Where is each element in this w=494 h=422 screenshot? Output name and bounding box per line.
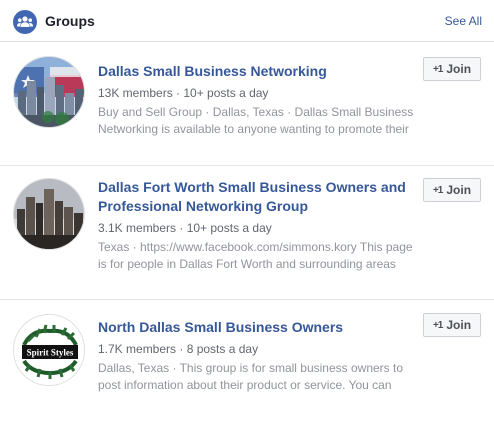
group-avatar[interactable]: Spirit Styles [13, 314, 85, 386]
join-label: Join [446, 318, 472, 332]
join-button[interactable]: +1 Join [423, 57, 481, 81]
group-description: Buy and Sell Group · Dallas, Texas · Dal… [98, 105, 414, 136]
group-row: Dallas Small Business Networking 13K mem… [0, 42, 494, 166]
group-info: North Dallas Small Business Owners 1.7K … [98, 318, 416, 394]
logo-text: Spirit Styles [27, 348, 74, 358]
join-button[interactable]: +1 Join [423, 313, 481, 337]
join-button[interactable]: +1 Join [423, 178, 481, 202]
groups-header: Groups See All [0, 0, 494, 42]
group-description: Dallas, Texas · This group is for small … [98, 361, 404, 392]
group-row: Spirit Styles North Dallas Small Busines… [0, 300, 494, 422]
group-stats: 1.7K members · 8 posts a day [98, 342, 259, 356]
group-name-link[interactable]: North Dallas Small Business Owners [98, 318, 416, 337]
join-plus-icon: +1 [432, 63, 443, 75]
group-avatar[interactable] [13, 178, 85, 250]
group-description: Texas · https://www.facebook.com/simmons… [98, 240, 413, 271]
join-label: Join [446, 183, 472, 197]
group-stats: 13K members · 10+ posts a day [98, 86, 269, 100]
dallas-skyline-flag-image [14, 57, 84, 127]
join-plus-icon: +1 [432, 319, 443, 331]
group-row: Dallas Fort Worth Small Business Owners … [0, 166, 494, 290]
group-name-link[interactable]: Dallas Fort Worth Small Business Owners … [98, 178, 416, 216]
see-all-link[interactable]: See All [445, 14, 482, 28]
join-plus-icon: +1 [432, 184, 443, 196]
dallas-skyline-image [14, 179, 84, 249]
group-stats: 3.1K members · 10+ posts a day [98, 221, 272, 235]
group-name-link[interactable]: Dallas Small Business Networking [98, 62, 416, 81]
group-info: Dallas Small Business Networking 13K mem… [98, 62, 416, 138]
join-label: Join [446, 62, 472, 76]
group-info: Dallas Fort Worth Small Business Owners … [98, 178, 416, 273]
spirit-styles-logo: Spirit Styles [14, 315, 84, 385]
group-avatar[interactable] [13, 56, 85, 128]
section-title: Groups [45, 13, 95, 29]
groups-icon [13, 10, 37, 34]
